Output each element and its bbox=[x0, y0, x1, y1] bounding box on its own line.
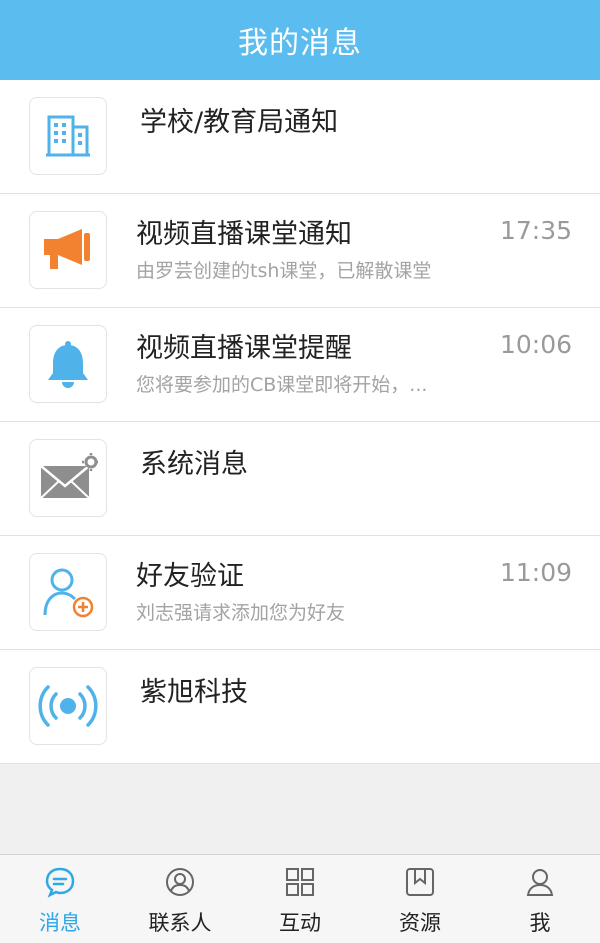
contact-icon bbox=[163, 865, 197, 899]
message-title: 视频直播课堂提醒 bbox=[136, 333, 352, 364]
message-item-zixu-tech[interactable]: 紫旭科技 bbox=[0, 650, 600, 764]
bottom-tab-bar: 消息 联系人 互动 资源 我 bbox=[0, 854, 600, 943]
tab-label: 资源 bbox=[399, 911, 441, 935]
broadcast-icon bbox=[29, 667, 107, 745]
message-time: 11:09 bbox=[499, 558, 572, 587]
megaphone-icon bbox=[29, 211, 107, 289]
message-title: 好友验证 bbox=[136, 561, 244, 592]
message-item-live-class-notice[interactable]: 视频直播课堂通知 由罗芸创建的tsh课堂，已解散课堂 17:35 bbox=[0, 194, 600, 308]
message-item-school-notice[interactable]: 学校/教育局通知 bbox=[0, 80, 600, 194]
mail-gear-icon bbox=[29, 439, 107, 517]
message-preview: 刘志强请求添加您为好友 bbox=[136, 602, 346, 624]
message-item-live-class-reminder[interactable]: 视频直播课堂提醒 您将要参加的CB课堂即将开始，... 10:06 bbox=[0, 308, 600, 422]
page-title: 我的消息 bbox=[238, 26, 362, 61]
user-icon bbox=[523, 865, 557, 899]
tab-resources[interactable]: 资源 bbox=[360, 855, 480, 943]
message-item-system[interactable]: 系统消息 bbox=[0, 422, 600, 536]
grid-icon bbox=[283, 865, 317, 899]
tab-label: 互动 bbox=[279, 911, 321, 935]
tab-messages[interactable]: 消息 bbox=[0, 855, 120, 943]
tab-contacts[interactable]: 联系人 bbox=[120, 855, 240, 943]
add-friend-icon bbox=[29, 553, 107, 631]
message-title: 视频直播课堂通知 bbox=[136, 219, 352, 250]
title-bar: 我的消息 bbox=[0, 0, 600, 80]
message-list: 学校/教育局通知 视频直播课堂通知 由罗芸创建的tsh课堂，已解散课堂 17:3… bbox=[0, 80, 600, 764]
tab-label: 消息 bbox=[39, 911, 81, 935]
message-title: 学校/教育局通知 bbox=[140, 107, 339, 138]
message-preview: 由罗芸创建的tsh课堂，已解散课堂 bbox=[136, 260, 432, 282]
tab-label: 联系人 bbox=[148, 911, 212, 935]
message-time: 10:06 bbox=[499, 330, 572, 359]
tab-me[interactable]: 我 bbox=[480, 855, 600, 943]
message-title: 紫旭科技 bbox=[140, 677, 248, 708]
message-item-friend-request[interactable]: 好友验证 刘志强请求添加您为好友 11:09 bbox=[0, 536, 600, 650]
bell-icon bbox=[29, 325, 107, 403]
message-preview: 您将要参加的CB课堂即将开始，... bbox=[136, 374, 428, 396]
message-time: 17:35 bbox=[499, 216, 572, 245]
chat-icon bbox=[43, 865, 77, 899]
bookmark-icon bbox=[403, 865, 437, 899]
message-title: 系统消息 bbox=[140, 449, 248, 480]
building-icon bbox=[29, 97, 107, 175]
tab-interaction[interactable]: 互动 bbox=[240, 855, 360, 943]
tab-label: 我 bbox=[529, 911, 551, 935]
